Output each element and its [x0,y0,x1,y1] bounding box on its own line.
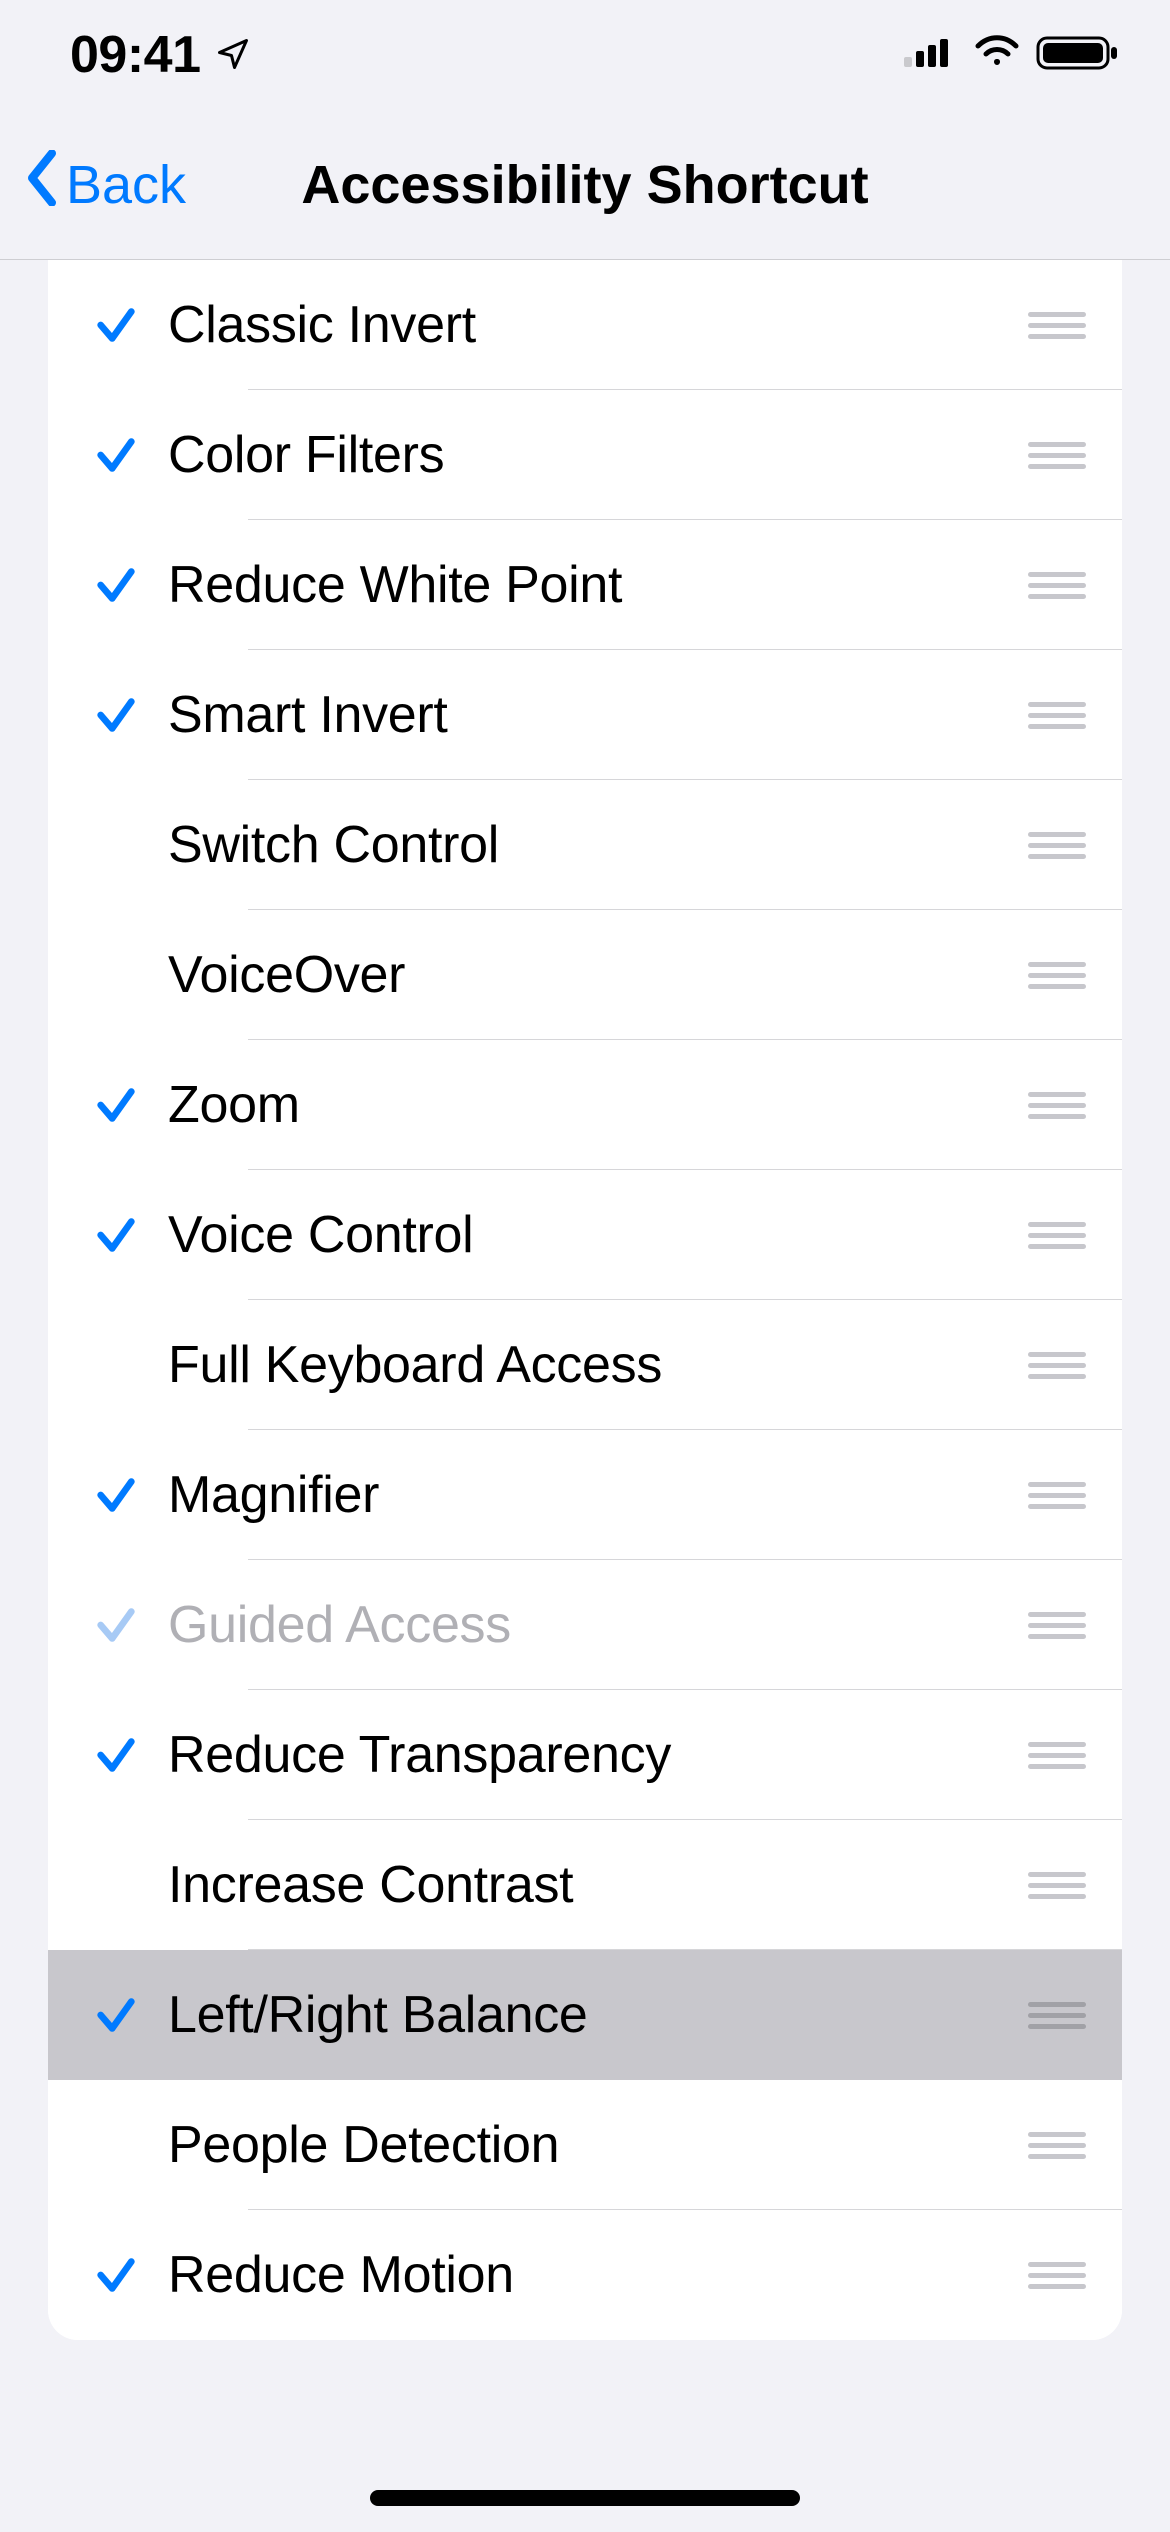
chevron-left-icon [24,150,60,219]
checkmark-icon [64,1602,168,1648]
list-item[interactable]: Voice Control [48,1170,1122,1300]
checkmark-icon [64,2252,168,2298]
list-item-label: Reduce Transparency [168,1725,1012,1785]
list-item-label: Switch Control [168,815,1012,875]
reorder-handle-icon[interactable] [1012,698,1102,732]
checkmark-icon [64,1472,168,1518]
list-item[interactable]: Full Keyboard Access [48,1300,1122,1430]
checkmark-icon [64,302,168,348]
list-item-label: Smart Invert [168,685,1012,745]
list-item-label: Voice Control [168,1205,1012,1265]
checkmark-icon [64,1992,168,2038]
reorder-handle-icon[interactable] [1012,438,1102,472]
reorder-handle-icon[interactable] [1012,828,1102,862]
checkmark-icon [64,432,168,478]
list-item-label: Reduce White Point [168,555,1012,615]
reorder-handle-icon[interactable] [1012,1348,1102,1382]
list-item-label: Guided Access [168,1595,1012,1655]
list-item-label: VoiceOver [168,945,1012,1005]
reorder-handle-icon[interactable] [1012,1608,1102,1642]
list-item[interactable]: Left/Right Balance [48,1950,1122,2080]
location-icon [215,25,251,85]
status-bar: 09:41 [0,0,1170,110]
list-item[interactable]: Increase Contrast [48,1820,1122,1950]
checkmark-icon [64,1732,168,1778]
back-label: Back [66,154,186,216]
reorder-handle-icon[interactable] [1012,1478,1102,1512]
list-item[interactable]: Guided Access [48,1560,1122,1690]
list-item-label: Reduce Motion [168,2245,1012,2305]
shortcut-list: Classic Invert Color Filters Reduce White … [48,260,1122,2340]
list-item-label: Left/Right Balance [168,1985,1012,2045]
list-item[interactable]: VoiceOver [48,910,1122,1040]
list-item[interactable]: Reduce White Point [48,520,1122,650]
list-item[interactable]: People Detection [48,2080,1122,2210]
list-item[interactable]: Reduce Motion [48,2210,1122,2340]
status-right [902,34,1120,77]
reorder-handle-icon[interactable] [1012,568,1102,602]
cellular-icon [902,35,958,76]
list-item[interactable]: Magnifier [48,1430,1122,1560]
reorder-handle-icon[interactable] [1012,1868,1102,1902]
reorder-handle-icon[interactable] [1012,308,1102,342]
checkmark-icon [64,1212,168,1258]
list-item-label: Full Keyboard Access [168,1335,1012,1395]
checkmark-icon [64,692,168,738]
list-item-label: People Detection [168,2115,1012,2175]
reorder-handle-icon[interactable] [1012,958,1102,992]
reorder-handle-icon[interactable] [1012,1738,1102,1772]
back-button[interactable]: Back [24,150,186,219]
reorder-handle-icon[interactable] [1012,1088,1102,1122]
wifi-icon [972,35,1022,76]
list-item[interactable]: Smart Invert [48,650,1122,780]
status-time: 09:41 [70,25,201,85]
list-item[interactable]: Classic Invert [48,260,1122,390]
checkmark-icon [64,562,168,608]
list-item-label: Color Filters [168,425,1012,485]
reorder-handle-icon[interactable] [1012,1998,1102,2032]
list-item-label: Zoom [168,1075,1012,1135]
reorder-handle-icon[interactable] [1012,2258,1102,2292]
nav-bar: Back Accessibility Shortcut [0,110,1170,260]
battery-icon [1036,34,1120,77]
home-indicator [370,2490,800,2506]
list-item[interactable]: Switch Control [48,780,1122,910]
list-item-label: Increase Contrast [168,1855,1012,1915]
list-item-label: Magnifier [168,1465,1012,1525]
reorder-handle-icon[interactable] [1012,2128,1102,2162]
checkmark-icon [64,1082,168,1128]
reorder-handle-icon[interactable] [1012,1218,1102,1252]
list-item[interactable]: Color Filters [48,390,1122,520]
list-item[interactable]: Zoom [48,1040,1122,1170]
list-item[interactable]: Reduce Transparency [48,1690,1122,1820]
status-left: 09:41 [70,25,251,85]
list-item-label: Classic Invert [168,295,1012,355]
